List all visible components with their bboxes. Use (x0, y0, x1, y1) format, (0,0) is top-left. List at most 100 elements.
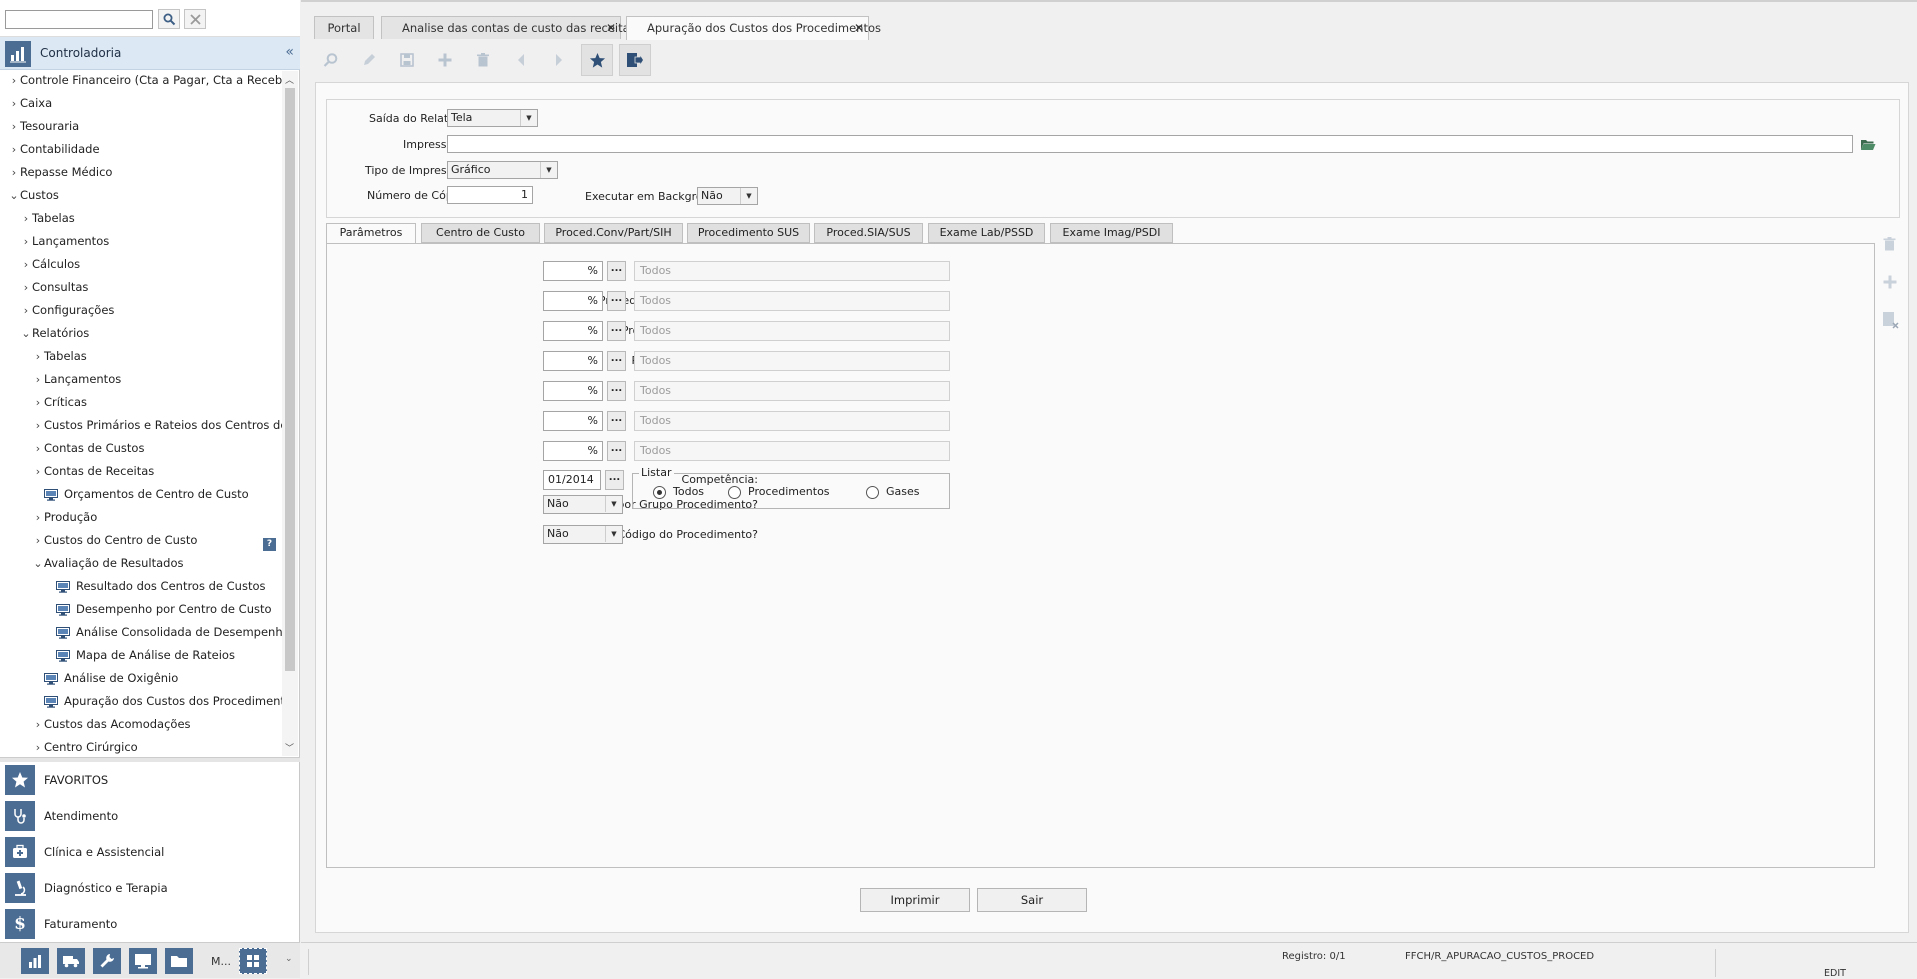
chevron-down-icon[interactable]: ⌄ (285, 954, 293, 964)
module-atendimento[interactable]: Atendimento (0, 798, 300, 834)
radio-procedimentos-label[interactable]: Procedimentos (748, 485, 830, 498)
param-mask-field[interactable]: % (543, 381, 603, 401)
truck-icon[interactable] (57, 948, 85, 974)
print-button[interactable]: Imprimir (860, 888, 970, 912)
tree-item[interactable]: › Custos das Acomodações (32, 714, 191, 734)
impressora-field[interactable] (447, 135, 1853, 153)
chevron-icon[interactable]: › (32, 462, 44, 482)
tree-item[interactable]: › Lançamentos (20, 231, 109, 251)
param-lookup-button[interactable]: ... (607, 441, 626, 461)
param-lookup-button[interactable]: ... (607, 291, 626, 311)
tipo-impressao-select[interactable]: Gráfico ▼ (447, 161, 558, 179)
search-button[interactable] (158, 9, 180, 29)
chevron-icon[interactable]: ⌄ (8, 186, 20, 206)
param-lookup-button[interactable]: ... (607, 411, 626, 431)
module-header[interactable]: Controladoria « (0, 37, 300, 70)
tree-item[interactable]: › Tesouraria (8, 116, 79, 136)
param-lookup-button[interactable]: ... (607, 381, 626, 401)
radio-todos[interactable] (653, 486, 666, 499)
chevron-icon[interactable]: › (8, 94, 20, 114)
scroll-down-icon[interactable]: ﹀ (285, 741, 294, 754)
competencia-lookup-button[interactable]: ... (605, 470, 624, 490)
tree-item[interactable]: ⌄Custos (8, 185, 58, 206)
chevron-icon[interactable]: › (32, 738, 44, 756)
background-select[interactable]: Não ▼ (697, 187, 758, 205)
edit-toolbar-button[interactable] (353, 44, 385, 76)
tab-portal[interactable]: Portal (314, 16, 374, 39)
module-clinica[interactable]: Clínica e Assistencial (0, 834, 300, 870)
tree-item[interactable]: › Tabelas (32, 346, 87, 366)
chevron-icon[interactable]: › (32, 531, 44, 551)
module-faturamento[interactable]: $ Faturamento (0, 906, 300, 942)
chevron-icon[interactable]: › (20, 301, 32, 321)
tab-exame-lab[interactable]: Exame Lab/PSSD (928, 223, 1045, 243)
close-tab-icon[interactable]: ✕ (606, 17, 616, 39)
tree-item[interactable]: › Custos Primários e Rateios dos Centros … (32, 415, 282, 435)
save-toolbar-button[interactable] (391, 44, 423, 76)
tree-item[interactable]: › Contabilidade (8, 139, 100, 159)
chevron-icon[interactable]: › (20, 278, 32, 298)
tree-item[interactable]: ⌄Avaliação de Resultados (32, 553, 183, 573)
tab-exame-imag[interactable]: Exame Imag/PSDI (1050, 223, 1173, 243)
delete-row-button[interactable] (1882, 236, 1897, 255)
tree-item[interactable]: › Controle Financeiro (Cta a Pagar, Cta a… (8, 71, 282, 90)
param-lookup-button[interactable]: ... (607, 321, 626, 341)
saida-select[interactable]: Tela ▼ (447, 109, 538, 127)
copias-field[interactable]: 1 (447, 186, 533, 204)
chevron-icon[interactable]: › (32, 715, 44, 735)
chevron-icon[interactable]: › (32, 347, 44, 367)
competencia-field[interactable]: 01/2014 (543, 470, 601, 490)
monitor-icon[interactable] (129, 948, 157, 974)
exit-toolbar-button[interactable] (619, 44, 651, 76)
tree-item[interactable]: › Custos do Centro de Custo (32, 530, 198, 551)
tab-proced-conv[interactable]: Proced.Conv/Part/SIH (544, 223, 683, 243)
chevron-icon[interactable]: › (8, 140, 20, 160)
chevron-icon[interactable]: › (32, 393, 44, 413)
tree-item[interactable]: Resultado dos Centros de Custos (56, 576, 266, 596)
exibir-codigo-select[interactable]: Não ▼ (543, 525, 623, 544)
remove-item-button[interactable] (1882, 311, 1899, 332)
tab-proced-sia-sus[interactable]: Proced.SIA/SUS (814, 223, 923, 243)
tree-item[interactable]: › Tabelas (20, 208, 75, 228)
param-mask-field[interactable]: % (543, 351, 603, 371)
next-toolbar-button[interactable] (543, 44, 575, 76)
folder-icon[interactable] (165, 948, 193, 974)
chevron-icon[interactable]: › (20, 232, 32, 252)
param-mask-field[interactable]: % (543, 441, 603, 461)
tree-item[interactable]: Desempenho por Centro de Custo (56, 599, 272, 619)
previous-toolbar-button[interactable] (505, 44, 537, 76)
tree-item[interactable]: › Produção (32, 507, 97, 527)
param-mask-field[interactable]: % (543, 291, 603, 311)
scroll-up-icon[interactable]: ︿ (285, 73, 294, 86)
tree-scrollbar[interactable]: ︿ ﹀ (282, 71, 298, 756)
chevron-icon[interactable]: › (8, 117, 20, 137)
chevron-icon[interactable]: ⌄ (20, 324, 32, 344)
tab-centro-de-custo[interactable]: Centro de Custo (421, 223, 540, 243)
param-mask-field[interactable]: % (543, 321, 603, 341)
quebra-select[interactable]: Não ▼ (543, 495, 623, 514)
tree-item[interactable]: › Consultas (20, 277, 89, 298)
tree-item[interactable]: › Lançamentos (32, 369, 121, 389)
close-tab-icon[interactable]: ✕ (854, 17, 864, 39)
tree-item[interactable]: Apuração dos Custos dos Procedimentos (44, 691, 282, 711)
tree-item[interactable]: › Contas de Custos (32, 438, 145, 459)
param-lookup-button[interactable]: ... (607, 261, 626, 281)
add-toolbar-button[interactable] (429, 44, 461, 76)
tab-procedimento-sus[interactable]: Procedimento SUS (687, 223, 810, 243)
menu-search-input[interactable] (5, 10, 153, 29)
search-toolbar-button[interactable] (315, 44, 347, 76)
help-badge[interactable]: ? (263, 538, 276, 551)
tree-item[interactable]: › Configurações (20, 300, 115, 321)
add-row-button[interactable] (1882, 274, 1898, 293)
chevron-icon[interactable]: › (32, 439, 44, 459)
tree-item[interactable]: Mapa de Análise de Rateios (56, 645, 235, 665)
tree-item[interactable]: ⌄Relatórios (20, 323, 89, 343)
radio-gases[interactable] (866, 486, 879, 499)
chevron-icon[interactable]: › (20, 209, 32, 229)
param-mask-field[interactable]: % (543, 261, 603, 281)
chevron-icon[interactable]: › (32, 370, 44, 390)
radio-todos-label[interactable]: Todos (673, 485, 704, 498)
radio-gases-label[interactable]: Gases (886, 485, 920, 498)
tree-item[interactable]: › Contas de Receitas (32, 461, 154, 481)
radio-procedimentos[interactable] (728, 486, 741, 499)
